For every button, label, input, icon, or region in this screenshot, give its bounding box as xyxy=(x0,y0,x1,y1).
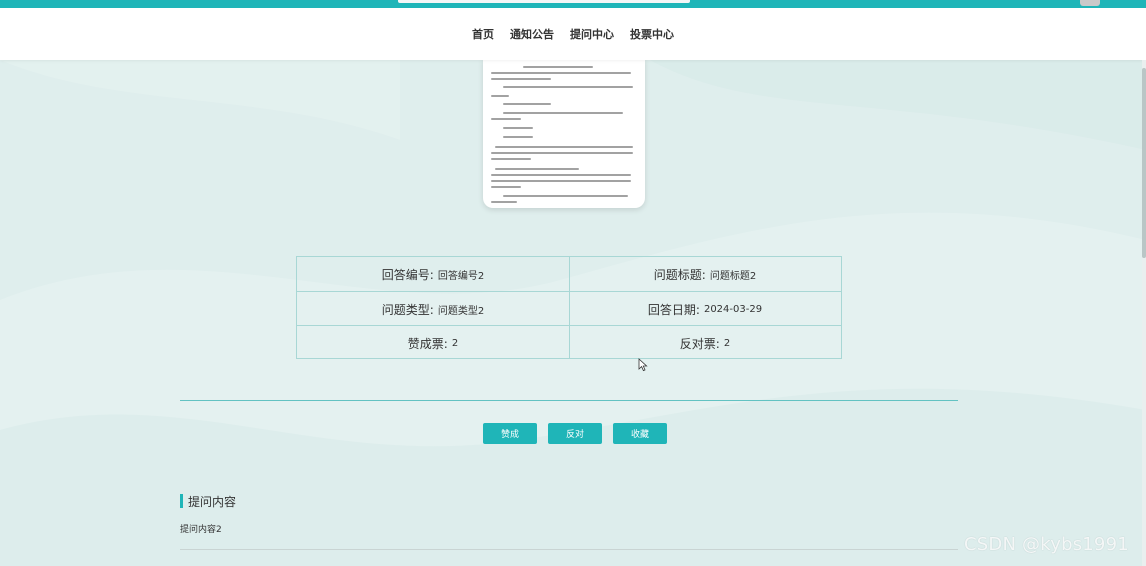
mouse-cursor-icon xyxy=(638,358,648,372)
question-title-label: 问题标题: xyxy=(653,267,706,282)
answer-details-table: 回答编号: 回答编号2 问题标题: 问题标题2 问题类型: 问题类型2 回答日期… xyxy=(296,256,842,359)
answer-number-label: 回答编号: xyxy=(381,267,434,282)
content-divider xyxy=(180,549,958,550)
nav-item-home[interactable]: 首页 xyxy=(472,26,494,42)
scrollbar-thumb[interactable] xyxy=(1142,68,1146,258)
top-search-strip xyxy=(398,0,690,3)
nav-item-questions[interactable]: 提问中心 xyxy=(570,26,614,42)
section-title-marker xyxy=(180,494,183,508)
upvotes-value: 2 xyxy=(451,337,459,349)
answer-number-value: 回答编号2 xyxy=(437,270,485,282)
question-title-value: 问题标题2 xyxy=(709,270,757,282)
downvotes-label: 反对票: xyxy=(679,336,720,351)
answer-date-value: 2024-03-29 xyxy=(703,303,763,315)
question-type-value: 问题类型2 xyxy=(437,305,485,317)
downvotes-value: 2 xyxy=(723,337,731,349)
answer-date-cell: 回答日期: 2024-03-29 xyxy=(569,292,841,326)
nav-item-notices[interactable]: 通知公告 xyxy=(510,26,554,42)
main-content: 回答编号: 回答编号2 问题标题: 问题标题2 问题类型: 问题类型2 回答日期… xyxy=(0,0,1146,566)
oppose-button[interactable]: 反对 xyxy=(548,423,602,444)
upvotes-label: 赞成票: xyxy=(407,336,448,351)
question-content: 提问内容2 xyxy=(180,525,222,535)
question-type-cell: 问题类型: 问题类型2 xyxy=(297,292,569,326)
favorite-button[interactable]: 收藏 xyxy=(613,423,667,444)
top-accent-bar xyxy=(0,0,1146,8)
main-nav: 首页 通知公告 提问中心 投票中心 xyxy=(0,8,1146,60)
nav-item-votes[interactable]: 投票中心 xyxy=(630,26,674,42)
downvotes-cell: 反对票: 2 xyxy=(569,326,841,360)
agree-button[interactable]: 赞成 xyxy=(483,423,537,444)
site-header: 首页 通知公告 提问中心 投票中心 xyxy=(0,8,1146,60)
answer-number-cell: 回答编号: 回答编号2 xyxy=(297,257,569,291)
page-scrollbar[interactable] xyxy=(1142,60,1146,566)
question-title-cell: 问题标题: 问题标题2 xyxy=(569,257,841,291)
answer-document-image xyxy=(483,58,645,208)
avatar[interactable] xyxy=(1080,0,1100,6)
question-type-label: 问题类型: xyxy=(381,302,434,317)
upvotes-cell: 赞成票: 2 xyxy=(297,326,569,360)
section-divider xyxy=(180,400,958,401)
answer-date-label: 回答日期: xyxy=(647,302,700,317)
section-title: 提问内容 xyxy=(188,495,237,509)
watermark: CSDN @kybs1991 xyxy=(964,534,1129,555)
